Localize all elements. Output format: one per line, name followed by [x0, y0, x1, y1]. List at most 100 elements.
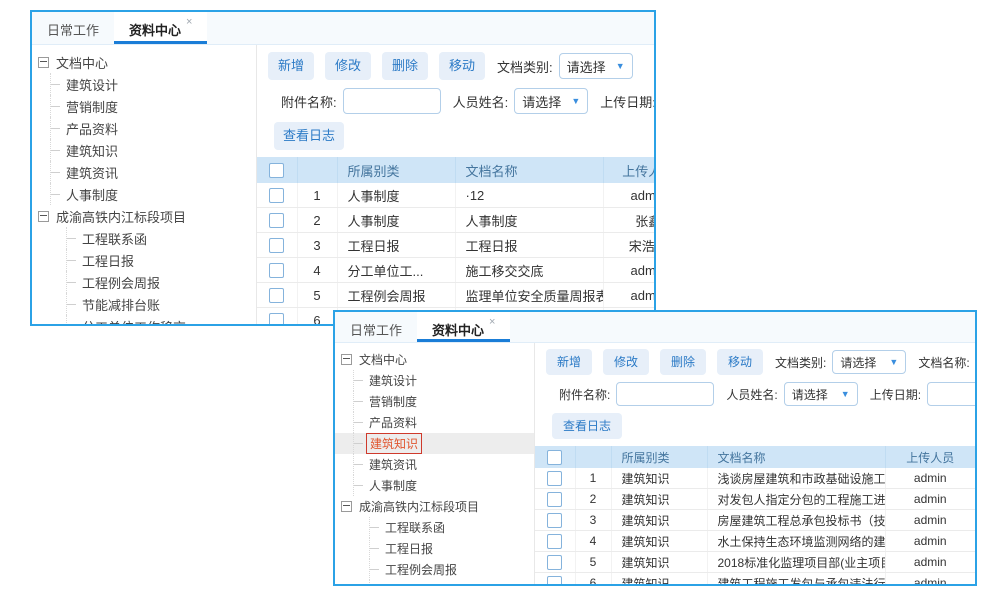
tree-item[interactable]: 工程联系函	[335, 517, 534, 538]
field-control[interactable]: 请选择 ▼	[784, 382, 858, 406]
action-button[interactable]: 移动	[439, 52, 485, 80]
row-checkbox[interactable]	[547, 492, 562, 507]
action-button[interactable]: 修改	[325, 52, 371, 80]
sidebar-tree: 文档中心 建筑设计 营销制度	[335, 343, 535, 584]
row-checkbox[interactable]	[269, 313, 284, 324]
tree-item[interactable]: 人事制度	[32, 183, 256, 205]
tree-item[interactable]: 建筑设计	[335, 370, 534, 391]
tree-item[interactable]: 节能减排台账	[32, 293, 256, 315]
tree-item[interactable]: 节能减排台账	[335, 580, 534, 584]
tree-indent	[341, 370, 354, 391]
row-checkbox[interactable]	[547, 471, 562, 486]
tree-item[interactable]: 工程联系函	[32, 227, 256, 249]
tree-item[interactable]: 营销制度	[335, 391, 534, 412]
tree-expander-icon[interactable]	[341, 501, 352, 512]
tree-item[interactable]: 文档中心	[335, 349, 534, 370]
table-row[interactable]: 1 建筑知识 浅谈房屋建筑和市政基础设施工程施... admin	[535, 468, 975, 489]
view-log-button[interactable]: 查看日志	[274, 122, 344, 150]
tree-item[interactable]: 建筑设计	[32, 73, 256, 95]
field-control[interactable]	[616, 382, 714, 406]
tab[interactable]: 资料中心 ×	[417, 312, 510, 342]
tree-item[interactable]: 产品资料	[335, 412, 534, 433]
tree-item[interactable]: 建筑知识	[335, 433, 534, 454]
cell-category: 建筑知识	[611, 489, 707, 510]
view-log-button[interactable]: 查看日志	[552, 413, 622, 439]
table-header-row: 所属别类 文档名称 上传人员	[257, 157, 654, 183]
cell-category: 人事制度	[337, 183, 455, 208]
row-number: 4	[297, 258, 337, 283]
tab[interactable]: 日常工作	[335, 312, 417, 342]
tree-item[interactable]: 工程日报	[32, 249, 256, 271]
field-control[interactable]: 请选择 ▼	[514, 88, 588, 114]
tree-item[interactable]: 成渝高铁内江标段项目	[32, 205, 256, 227]
table-row[interactable]: 3 工程日报 工程日报 宋浩然	[257, 233, 654, 258]
table-row[interactable]: 1 人事制度 ·12 admin	[257, 183, 654, 208]
field-control[interactable]	[343, 88, 441, 114]
cell-uploader: admin	[885, 573, 975, 585]
tab[interactable]: 日常工作	[32, 12, 114, 44]
action-button[interactable]: 新增	[546, 349, 592, 375]
tree-item[interactable]: 营销制度	[32, 95, 256, 117]
tree-item[interactable]: 人事制度	[335, 475, 534, 496]
toolbar-row-3: 查看日志	[257, 122, 654, 150]
action-button[interactable]: 移动	[717, 349, 763, 375]
cell-category: 分工单位工...	[337, 258, 455, 283]
cell-uploader: admin	[885, 510, 975, 531]
table-row[interactable]: 4 建筑知识 水土保持生态环境监测网络的建设与... admin	[535, 531, 975, 552]
cell-doc-name: ·12	[455, 183, 603, 208]
table-row[interactable]: 6 建筑知识 建筑工程施工发包与承包违法行为认... admin	[535, 573, 975, 585]
tab-close-icon[interactable]: ×	[186, 16, 192, 28]
table-row[interactable]: 2 建筑知识 对发包人指定分包的工程施工进度安... admin	[535, 489, 975, 510]
row-checkbox[interactable]	[547, 576, 562, 584]
tab[interactable]: 资料中心 ×	[114, 12, 207, 44]
select-all-checkbox[interactable]	[547, 450, 562, 465]
tree-item[interactable]: 建筑资讯	[335, 454, 534, 475]
cell-doc-name: 2018标准化监理项目部(业主项目部)...	[707, 552, 885, 573]
tree-item[interactable]: 工程例会周报	[335, 559, 534, 580]
cell-uploader: admin	[885, 489, 975, 510]
select-all-checkbox[interactable]	[269, 163, 284, 178]
table-row[interactable]: 2 人事制度 人事制度 张鑫	[257, 208, 654, 233]
row-checkbox[interactable]	[269, 263, 284, 278]
tree-item[interactable]: 工程日报	[335, 538, 534, 559]
action-button[interactable]: 删除	[660, 349, 706, 375]
tree-item[interactable]: 成渝高铁内江标段项目	[335, 496, 534, 517]
row-checkbox[interactable]	[269, 288, 284, 303]
tab-bar: 日常工作 资料中心 ×	[335, 312, 975, 343]
action-button[interactable]: 修改	[603, 349, 649, 375]
tab-close-icon[interactable]: ×	[489, 316, 495, 328]
table-row[interactable]: 5 建筑知识 2018标准化监理项目部(业主项目部)... admin	[535, 552, 975, 573]
field-control[interactable]: 请选择 ▼	[832, 350, 906, 374]
tree-indent	[38, 293, 67, 315]
table-row[interactable]: 4 分工单位工... 施工移交交底 admin	[257, 258, 654, 283]
table-row[interactable]: 3 建筑知识 房屋建筑工程总承包投标书（技术标... admin	[535, 510, 975, 531]
cell-uploader: admin	[885, 468, 975, 489]
table-row[interactable]: 5 工程例会周报 监理单位安全质量周报表 admin	[257, 283, 654, 308]
row-checkbox-cell	[535, 531, 575, 552]
row-checkbox[interactable]	[269, 238, 284, 253]
main-panel: 新增修改删除移动 文档类别: 请选择 ▼ 文档名称:	[535, 343, 975, 584]
tree-item[interactable]: 工程例会周报	[32, 271, 256, 293]
row-checkbox[interactable]	[269, 188, 284, 203]
row-checkbox-cell	[257, 233, 297, 258]
row-checkbox[interactable]	[269, 213, 284, 228]
row-number: 6	[297, 308, 337, 325]
tree-item[interactable]: 分工单位工作移交	[32, 315, 256, 324]
tree-expander-icon[interactable]	[38, 57, 49, 68]
row-checkbox[interactable]	[547, 555, 562, 570]
action-button[interactable]: 删除	[382, 52, 428, 80]
tree-expander-icon[interactable]	[341, 354, 352, 365]
tree-item[interactable]: 建筑资讯	[32, 161, 256, 183]
row-checkbox[interactable]	[547, 513, 562, 528]
field-control[interactable]	[927, 382, 975, 406]
row-checkbox[interactable]	[547, 534, 562, 549]
tree-item-label: 文档中心	[356, 350, 410, 369]
tree-item[interactable]: 文档中心	[32, 51, 256, 73]
tree-item[interactable]: 产品资料	[32, 117, 256, 139]
tree-expander-icon[interactable]	[38, 211, 49, 222]
row-checkbox-cell	[257, 258, 297, 283]
row-number: 1	[575, 468, 611, 489]
tree-item[interactable]: 建筑知识	[32, 139, 256, 161]
action-button[interactable]: 新增	[268, 52, 314, 80]
field-control[interactable]: 请选择 ▼	[559, 53, 633, 79]
